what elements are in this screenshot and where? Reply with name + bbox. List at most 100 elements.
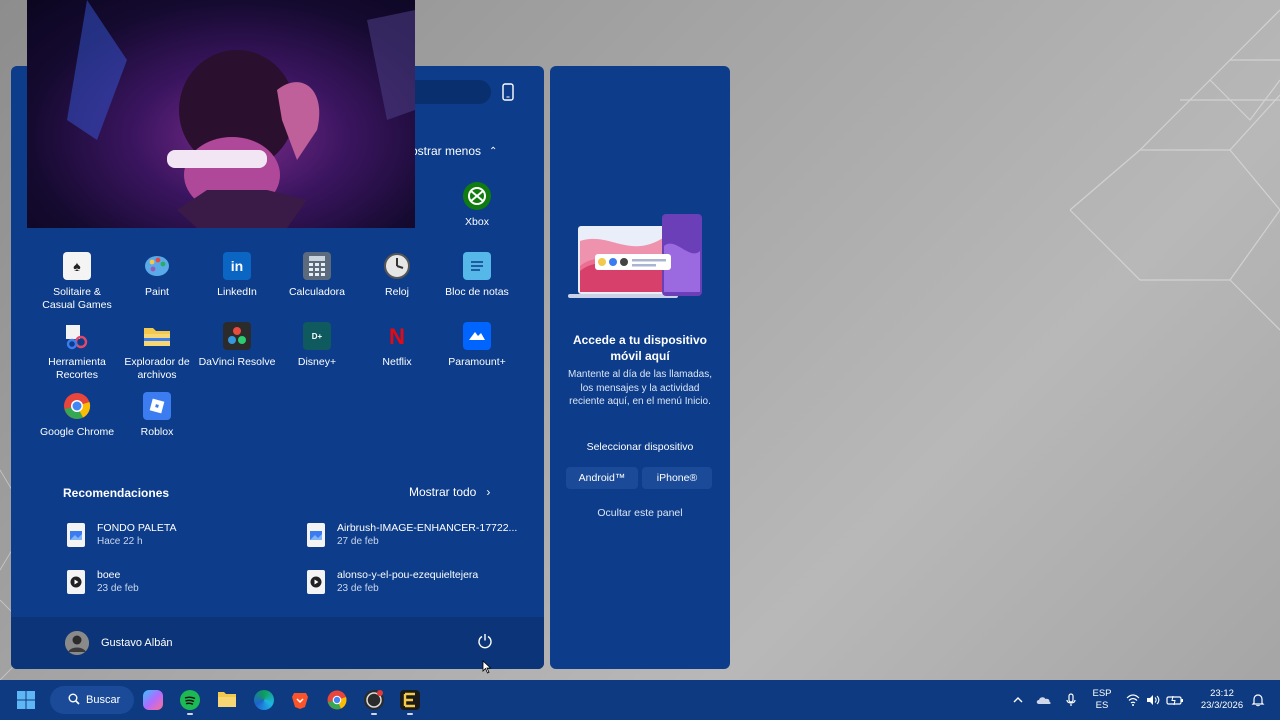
phone-link-icon[interactable]	[499, 82, 517, 102]
image-file-icon	[67, 522, 85, 547]
app-label: Explorador de archivos	[124, 356, 190, 381]
edge-icon[interactable]	[254, 690, 274, 710]
app-file-explorer[interactable]: Explorador de archivos	[117, 322, 197, 382]
keyboard-layout: ES	[1095, 700, 1109, 711]
volume-icon[interactable]	[1146, 693, 1160, 707]
running-indicator	[187, 713, 193, 715]
chrome-taskbar-icon[interactable]	[327, 690, 347, 710]
app-label: Google Chrome	[39, 426, 115, 438]
mouse-cursor	[482, 660, 492, 674]
folder-icon	[143, 322, 171, 350]
app-google-chrome[interactable]: Google Chrome	[37, 392, 117, 439]
disney-plus-icon: D+	[303, 322, 331, 350]
app-label: DaVinci Resolve	[198, 356, 276, 368]
running-indicator	[371, 713, 377, 715]
calculator-icon	[303, 252, 331, 280]
recommendation-time: 27 de feb	[337, 536, 379, 547]
onedrive-icon[interactable]	[1036, 693, 1052, 707]
app-calculator[interactable]: Calculadora	[277, 252, 357, 299]
copilot-icon[interactable]	[143, 690, 163, 710]
windows-start-icon[interactable]	[16, 690, 36, 710]
roblox-icon	[143, 392, 171, 420]
app-label: Disney+	[297, 356, 337, 368]
taskbar: Buscar ESP ES 23:12 23/3/2026	[0, 680, 1280, 720]
microphone-icon[interactable]	[1064, 693, 1078, 707]
notification-bell-icon[interactable]	[1251, 693, 1265, 707]
recommendation-name: Airbrush-IMAGE-ENHANCER-17722...	[337, 522, 518, 534]
notepad-icon	[463, 252, 491, 280]
recommendation-item[interactable]: boee 23 de feb	[67, 569, 139, 594]
paramount-icon	[463, 322, 491, 350]
chevron-up-icon: ⌃	[489, 145, 498, 157]
iphone-button[interactable]: iPhone®	[642, 467, 712, 489]
app-snipping-tool[interactable]: Herramienta Recortes	[37, 322, 117, 382]
recommendations-title: Recomendaciones	[63, 486, 170, 500]
xbox-icon	[463, 182, 491, 210]
app-clock[interactable]: Reloj	[357, 252, 437, 299]
app-label: Solitaire & Casual Games	[42, 286, 112, 311]
show-all-button[interactable]: Mostrar todo ›	[409, 485, 490, 499]
phone-panel-title: Accede a tu dispositivo móvil aquí	[572, 333, 708, 363]
taskbar-search[interactable]: Buscar	[50, 686, 134, 714]
app-davinci-resolve[interactable]: DaVinci Resolve	[197, 322, 277, 369]
user-name[interactable]: Gustavo Albán	[101, 637, 173, 649]
search-icon	[68, 693, 80, 708]
snipping-tool-icon	[63, 322, 91, 350]
app-netflix[interactable]: N Netflix	[357, 322, 437, 369]
app-xbox[interactable]: Xbox	[437, 182, 517, 229]
webcam-overlay	[27, 0, 415, 228]
hide-panel-link[interactable]: Ocultar este panel	[550, 507, 730, 519]
app-label: Bloc de notas	[445, 286, 509, 298]
avatar[interactable]	[65, 631, 89, 655]
android-button[interactable]: Android™	[566, 467, 638, 489]
select-device-label: Seleccionar dispositivo	[586, 441, 694, 453]
wifi-icon[interactable]	[1126, 693, 1140, 707]
battery-icon[interactable]	[1166, 693, 1184, 707]
app-label: Calculadora	[288, 286, 346, 298]
app-linkedin[interactable]: in LinkedIn	[197, 252, 277, 299]
spotify-icon[interactable]	[180, 690, 200, 710]
recommendation-name: alonso-y-el-pou-ezequieltejera	[337, 569, 479, 581]
app-paint[interactable]: Paint	[117, 252, 197, 299]
show-less-label: ostrar menos	[411, 144, 482, 158]
paint-icon	[143, 252, 171, 280]
image-file-icon	[307, 522, 325, 547]
app-paramount-plus[interactable]: Paramount+	[437, 322, 517, 369]
file-explorer-icon[interactable]	[217, 690, 237, 710]
chrome-icon	[63, 392, 91, 420]
phone-link-panel: Accede a tu dispositivo móvil aquí Mante…	[550, 66, 730, 669]
linkedin-icon: in	[223, 252, 251, 280]
app-disney-plus[interactable]: D+ Disney+	[277, 322, 357, 369]
app-label: Reloj	[385, 286, 409, 298]
chevron-up-icon[interactable]	[1011, 693, 1025, 707]
brave-icon[interactable]	[290, 690, 310, 710]
clock-date: 23/3/2026	[1200, 700, 1244, 711]
clock-icon	[383, 252, 411, 280]
clock-widget[interactable]: 23:12 23/3/2026	[1194, 688, 1250, 712]
app-solitaire[interactable]: ♠ Solitaire & Casual Games	[37, 252, 117, 312]
app-label: Xbox	[465, 216, 489, 228]
language-indicator[interactable]: ESP ES	[1090, 688, 1114, 712]
app-label: Roblox	[140, 426, 174, 438]
power-icon[interactable]	[477, 633, 493, 649]
search-label: Buscar	[86, 694, 121, 706]
app-roblox[interactable]: Roblox	[117, 392, 197, 439]
app-label: Paramount+	[448, 356, 506, 368]
video-file-icon	[307, 569, 325, 594]
recommendation-item[interactable]: FONDO PALETA Hace 22 h	[67, 522, 177, 547]
phone-panel-description: Mantente al día de las llamadas, los men…	[568, 369, 712, 407]
recommendation-item[interactable]: alonso-y-el-pou-ezequieltejera 23 de feb	[307, 569, 478, 594]
app-notepad[interactable]: Bloc de notas	[437, 252, 517, 299]
app-label: Herramienta Recortes	[48, 356, 106, 381]
recommendation-item[interactable]: Airbrush-IMAGE-ENHANCER-17722... 27 de f…	[307, 522, 517, 547]
recommendation-name: boee	[97, 569, 121, 581]
recommendation-time: Hace 22 h	[97, 536, 143, 547]
recommendation-time: 23 de feb	[337, 583, 379, 594]
epic-games-icon[interactable]	[400, 690, 420, 710]
netflix-icon: N	[389, 323, 405, 349]
davinci-icon	[223, 322, 251, 350]
obs-icon[interactable]	[364, 690, 384, 710]
recommendation-time: 23 de feb	[97, 583, 139, 594]
show-less-button[interactable]: ostrar menos ⌃	[411, 144, 497, 158]
clock-time: 23:12	[1210, 688, 1234, 699]
